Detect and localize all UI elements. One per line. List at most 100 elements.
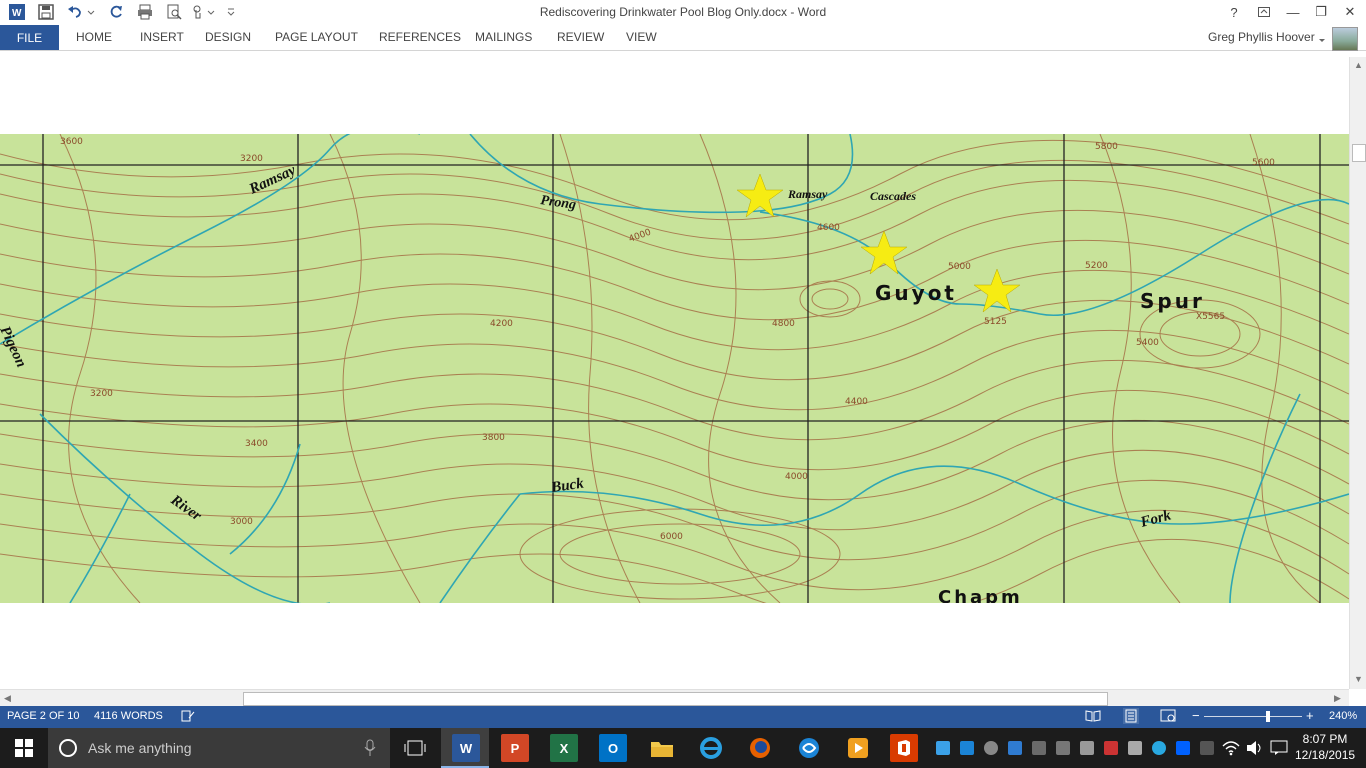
elevation-label: 4200 bbox=[490, 319, 513, 329]
microphone-icon[interactable] bbox=[364, 739, 376, 757]
vertical-scrollbar[interactable]: ▲ ▼ bbox=[1349, 57, 1366, 689]
zoom-out-button[interactable]: − bbox=[1192, 708, 1200, 723]
map-label-guyot: Guyot bbox=[875, 281, 957, 305]
elevation-label: 5800 bbox=[1095, 142, 1118, 152]
tab-home[interactable]: HOME bbox=[76, 30, 112, 44]
onedrive-tray-icon[interactable] bbox=[936, 741, 950, 755]
tab-references[interactable]: REFERENCES bbox=[379, 30, 461, 44]
cloud-tray-icon[interactable] bbox=[984, 741, 998, 755]
elevation-label: 3400 bbox=[245, 439, 268, 449]
powerpoint-app-icon[interactable]: P bbox=[501, 734, 529, 762]
zoom-level[interactable]: 240% bbox=[1329, 710, 1357, 722]
volume-icon[interactable] bbox=[1246, 740, 1264, 759]
ribbon-display-options-button[interactable] bbox=[1252, 2, 1276, 22]
horizontal-scrollbar[interactable]: ◀ ▶ bbox=[0, 689, 1349, 707]
elevation-label: 4600 bbox=[817, 223, 840, 233]
elevation-label: 4000 bbox=[785, 472, 808, 482]
elevation-label: 3600 bbox=[60, 137, 83, 147]
tab-review[interactable]: REVIEW bbox=[557, 30, 604, 44]
dropbox-tray-icon[interactable] bbox=[1176, 741, 1190, 755]
wifi-icon[interactable] bbox=[1222, 740, 1240, 759]
clock-time: 8:07 PM bbox=[1302, 732, 1348, 746]
app-tray-icon[interactable] bbox=[1008, 741, 1022, 755]
clock-date: 12/18/2015 bbox=[1295, 748, 1356, 762]
window-title: Rediscovering Drinkwater Pool Blog Only.… bbox=[539, 5, 827, 19]
elevation-label: 3200 bbox=[240, 154, 263, 164]
file-explorer-icon[interactable] bbox=[648, 734, 676, 762]
elevation-label: 5600 bbox=[1252, 158, 1275, 168]
task-view-icon[interactable] bbox=[404, 739, 426, 760]
excel-app-icon[interactable]: X bbox=[550, 734, 578, 762]
scroll-right-icon[interactable]: ▶ bbox=[1334, 693, 1341, 704]
read-mode-icon[interactable] bbox=[1085, 709, 1101, 726]
start-button[interactable] bbox=[0, 728, 48, 768]
zoom-slider[interactable] bbox=[1204, 716, 1302, 717]
scroll-down-icon[interactable]: ▼ bbox=[1354, 674, 1363, 684]
tab-design[interactable]: DESIGN bbox=[205, 30, 251, 44]
outlook-app-icon[interactable]: O bbox=[599, 734, 627, 762]
network-app-tray-icon[interactable] bbox=[960, 741, 974, 755]
tray-icon[interactable] bbox=[1032, 741, 1046, 755]
scroll-up-icon[interactable]: ▲ bbox=[1354, 60, 1363, 70]
windows-logo-icon bbox=[15, 739, 33, 757]
elevation-label: 4400 bbox=[845, 397, 868, 407]
elevation-label: X5565 bbox=[1196, 312, 1225, 322]
scroll-left-icon[interactable]: ◀ bbox=[4, 693, 11, 704]
taskbar: Ask me anything W P X O 8:07 PM 12/18/20… bbox=[0, 728, 1366, 768]
word-app-icon[interactable]: W bbox=[452, 734, 480, 762]
tray-icon[interactable] bbox=[1056, 741, 1070, 755]
minimize-button[interactable]: — bbox=[1281, 2, 1305, 22]
page-indicator[interactable]: PAGE 2 OF 10 bbox=[7, 710, 80, 722]
internet-explorer-icon[interactable] bbox=[697, 734, 725, 762]
elevation-label: 5000 bbox=[948, 262, 971, 272]
cortana-icon bbox=[59, 739, 77, 757]
status-bar: PAGE 2 OF 10 4116 WORDS − + 240% bbox=[0, 706, 1366, 728]
zoom-in-button[interactable]: + bbox=[1306, 708, 1314, 723]
tab-page-layout[interactable]: PAGE LAYOUT bbox=[275, 30, 358, 44]
title-bar: W Rediscovering Drinkwater Pool Blog Onl… bbox=[0, 0, 1366, 25]
elevation-label: 3200 bbox=[90, 389, 113, 399]
print-layout-icon[interactable] bbox=[1123, 708, 1139, 724]
elevation-label: 3000 bbox=[230, 517, 253, 527]
web-layout-icon[interactable] bbox=[1160, 709, 1176, 726]
media-player-icon[interactable] bbox=[844, 734, 872, 762]
firefox-icon[interactable] bbox=[746, 734, 774, 762]
security-tray-icon[interactable] bbox=[1104, 741, 1118, 755]
avatar[interactable] bbox=[1332, 27, 1358, 51]
office-app-icon[interactable] bbox=[890, 734, 918, 762]
document-canvas[interactable]: Ramsay Prong Ramsay Cascades Pigeon Rive… bbox=[0, 51, 1349, 689]
user-account-name[interactable]: Greg Phyllis Hoover bbox=[1208, 30, 1315, 44]
ribbon-tabs: FILE HOME INSERT DESIGN PAGE LAYOUT REFE… bbox=[0, 25, 1366, 51]
search-tray-icon[interactable] bbox=[1152, 741, 1166, 755]
elevation-label: 4800 bbox=[772, 319, 795, 329]
action-center-icon[interactable] bbox=[1270, 740, 1288, 759]
map-drawing: Ramsay Prong Ramsay Cascades Pigeon Rive… bbox=[0, 125, 1349, 621]
elevation-label: 3800 bbox=[482, 433, 505, 443]
tab-file[interactable]: FILE bbox=[0, 25, 59, 50]
map-label-ramsay-right: Ramsay bbox=[787, 187, 828, 201]
proofing-icon[interactable] bbox=[181, 709, 195, 726]
tab-insert[interactable]: INSERT bbox=[140, 30, 184, 44]
map-label-chapman: Chapm bbox=[938, 587, 1023, 603]
word-count[interactable]: 4116 WORDS bbox=[94, 710, 163, 722]
keyboard-tray-icon[interactable] bbox=[1200, 741, 1214, 755]
vertical-scroll-thumb[interactable] bbox=[1352, 144, 1366, 162]
search-placeholder[interactable]: Ask me anything bbox=[88, 740, 192, 756]
elevation-label: 5400 bbox=[1136, 338, 1159, 348]
lock-tray-icon[interactable] bbox=[1080, 741, 1094, 755]
topographic-map-image: Ramsay Prong Ramsay Cascades Pigeon Rive… bbox=[0, 125, 1349, 621]
tab-mailings[interactable]: MAILINGS bbox=[475, 30, 532, 44]
horizontal-scroll-thumb[interactable] bbox=[243, 692, 1108, 706]
elevation-label: 5125 bbox=[984, 317, 1007, 327]
map-label-cascades: Cascades bbox=[870, 189, 916, 203]
close-button[interactable]: ✕ bbox=[1338, 2, 1362, 22]
help-button[interactable]: ? bbox=[1222, 2, 1246, 22]
restore-button[interactable]: ❐ bbox=[1309, 2, 1333, 22]
tray-icon[interactable] bbox=[1128, 741, 1142, 755]
sync-app-icon[interactable] bbox=[795, 734, 823, 762]
zoom-slider-thumb[interactable] bbox=[1266, 711, 1270, 722]
taskbar-clock[interactable]: 8:07 PM 12/18/2015 bbox=[1295, 731, 1355, 763]
tab-view[interactable]: VIEW bbox=[626, 30, 657, 44]
elevation-label: 6000 bbox=[660, 532, 683, 542]
account-dropdown-icon[interactable] bbox=[1318, 33, 1326, 47]
